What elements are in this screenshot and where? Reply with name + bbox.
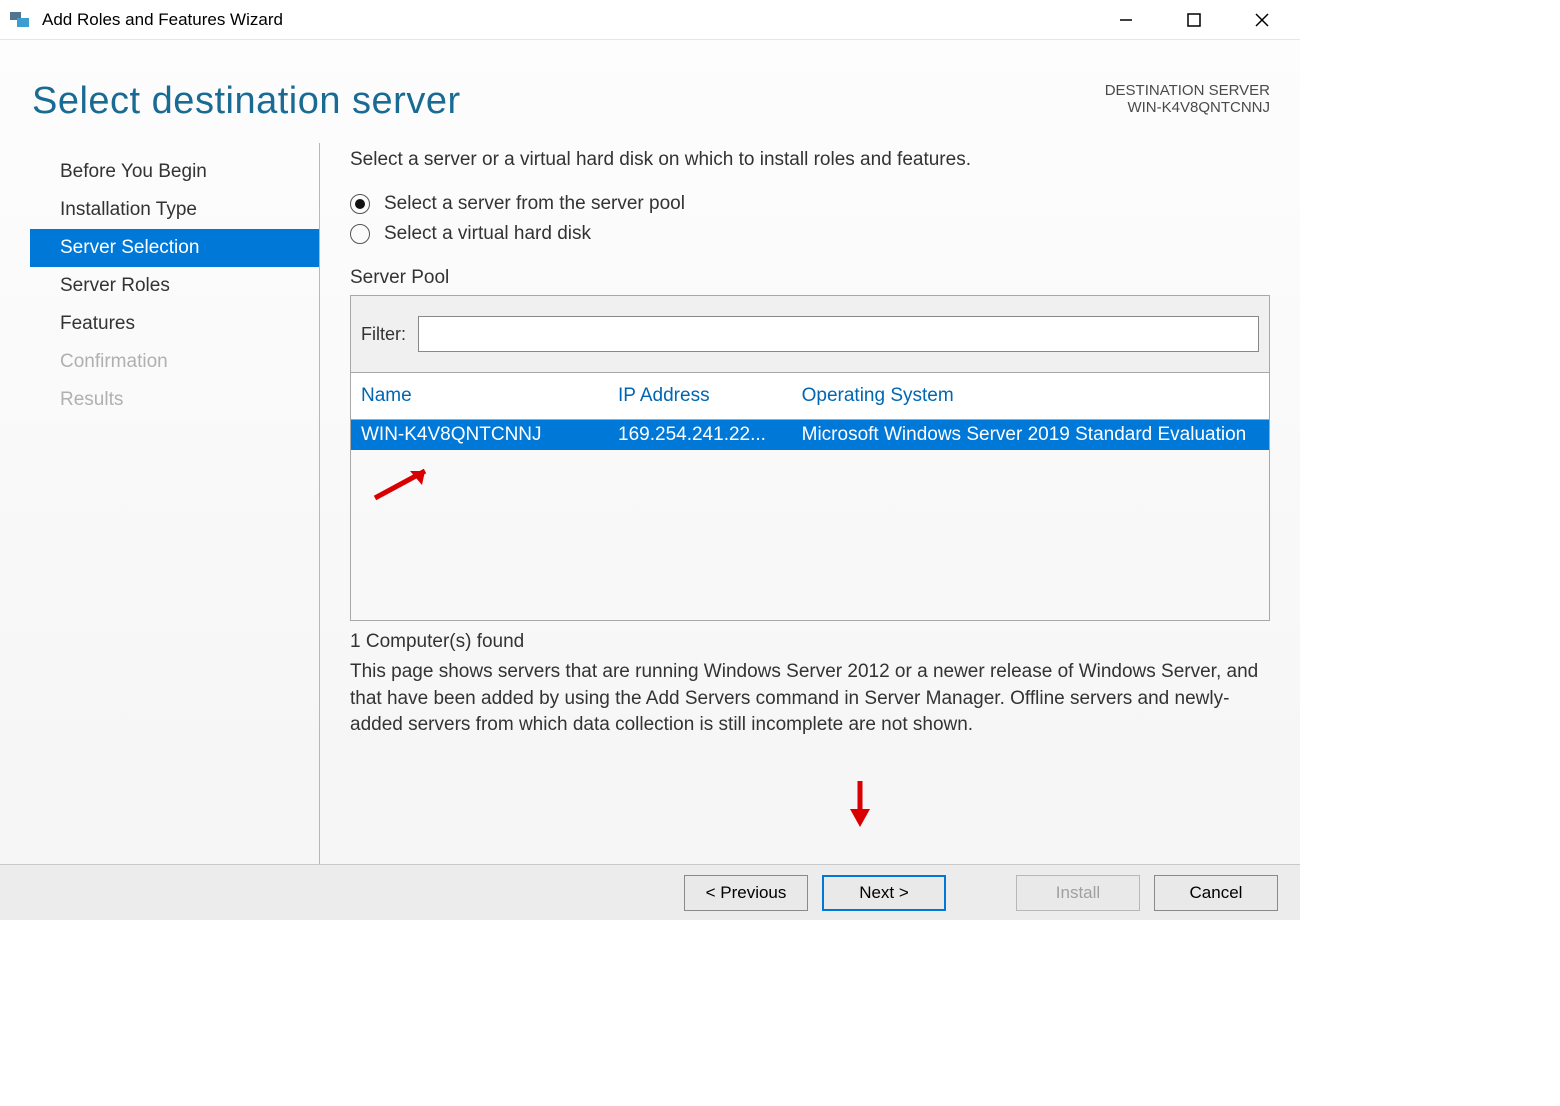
destination-block: DESTINATION SERVER WIN-K4V8QNTCNNJ [1105,80,1270,116]
minimize-button[interactable] [1106,5,1146,35]
radio-label: Select a server from the server pool [384,193,685,215]
app-icon [8,8,32,32]
annotation-arrow-icon [845,779,875,829]
main-panel: Select a server or a virtual hard disk o… [320,143,1270,864]
filter-label: Filter: [361,324,406,345]
nav-before-you-begin[interactable]: Before You Begin [30,153,319,191]
table-filler [351,450,1269,620]
wizard-footer: < Previous Next > Install Cancel [0,864,1300,920]
destination-label: DESTINATION SERVER [1105,82,1270,99]
cancel-button[interactable]: Cancel [1154,875,1278,911]
window-title: Add Roles and Features Wizard [42,10,283,30]
radio-label: Select a virtual hard disk [384,223,591,245]
col-name[interactable]: Name [351,373,608,420]
radio-icon [350,224,370,244]
maximize-button[interactable] [1174,5,1214,35]
explain-text: This page shows servers that are running… [350,659,1270,739]
intro-text: Select a server or a virtual hard disk o… [350,149,1270,171]
wizard-sidebar: Before You Begin Installation Type Serve… [30,143,320,864]
next-button[interactable]: Next > [822,875,946,911]
filter-input[interactable] [418,316,1259,352]
close-button[interactable] [1242,5,1282,35]
found-text: 1 Computer(s) found [350,631,1270,653]
nav-confirmation: Confirmation [30,343,319,381]
col-ip[interactable]: IP Address [608,373,792,420]
install-button: Install [1016,875,1140,911]
radio-icon [350,194,370,214]
nav-results: Results [30,381,319,419]
radio-vhd[interactable]: Select a virtual hard disk [350,223,1270,245]
radio-server-pool[interactable]: Select a server from the server pool [350,193,1270,215]
server-pool-box: Filter: Name IP Address Operating System… [350,295,1270,621]
nav-server-selection[interactable]: Server Selection [30,229,319,267]
titlebar: Add Roles and Features Wizard [0,0,1300,40]
previous-button[interactable]: < Previous [684,875,808,911]
nav-installation-type[interactable]: Installation Type [30,191,319,229]
page-title: Select destination server [32,80,461,123]
cell-ip: 169.254.241.22... [608,420,792,451]
nav-server-roles[interactable]: Server Roles [30,267,319,305]
server-pool-heading: Server Pool [350,267,1270,289]
col-os[interactable]: Operating System [792,373,1269,420]
cell-os: Microsoft Windows Server 2019 Standard E… [792,420,1269,451]
destination-value: WIN-K4V8QNTCNNJ [1105,99,1270,116]
nav-features[interactable]: Features [30,305,319,343]
server-table: Name IP Address Operating System WIN-K4V… [351,373,1269,450]
cell-name: WIN-K4V8QNTCNNJ [351,420,608,451]
table-row[interactable]: WIN-K4V8QNTCNNJ 169.254.241.22... Micros… [351,420,1269,451]
